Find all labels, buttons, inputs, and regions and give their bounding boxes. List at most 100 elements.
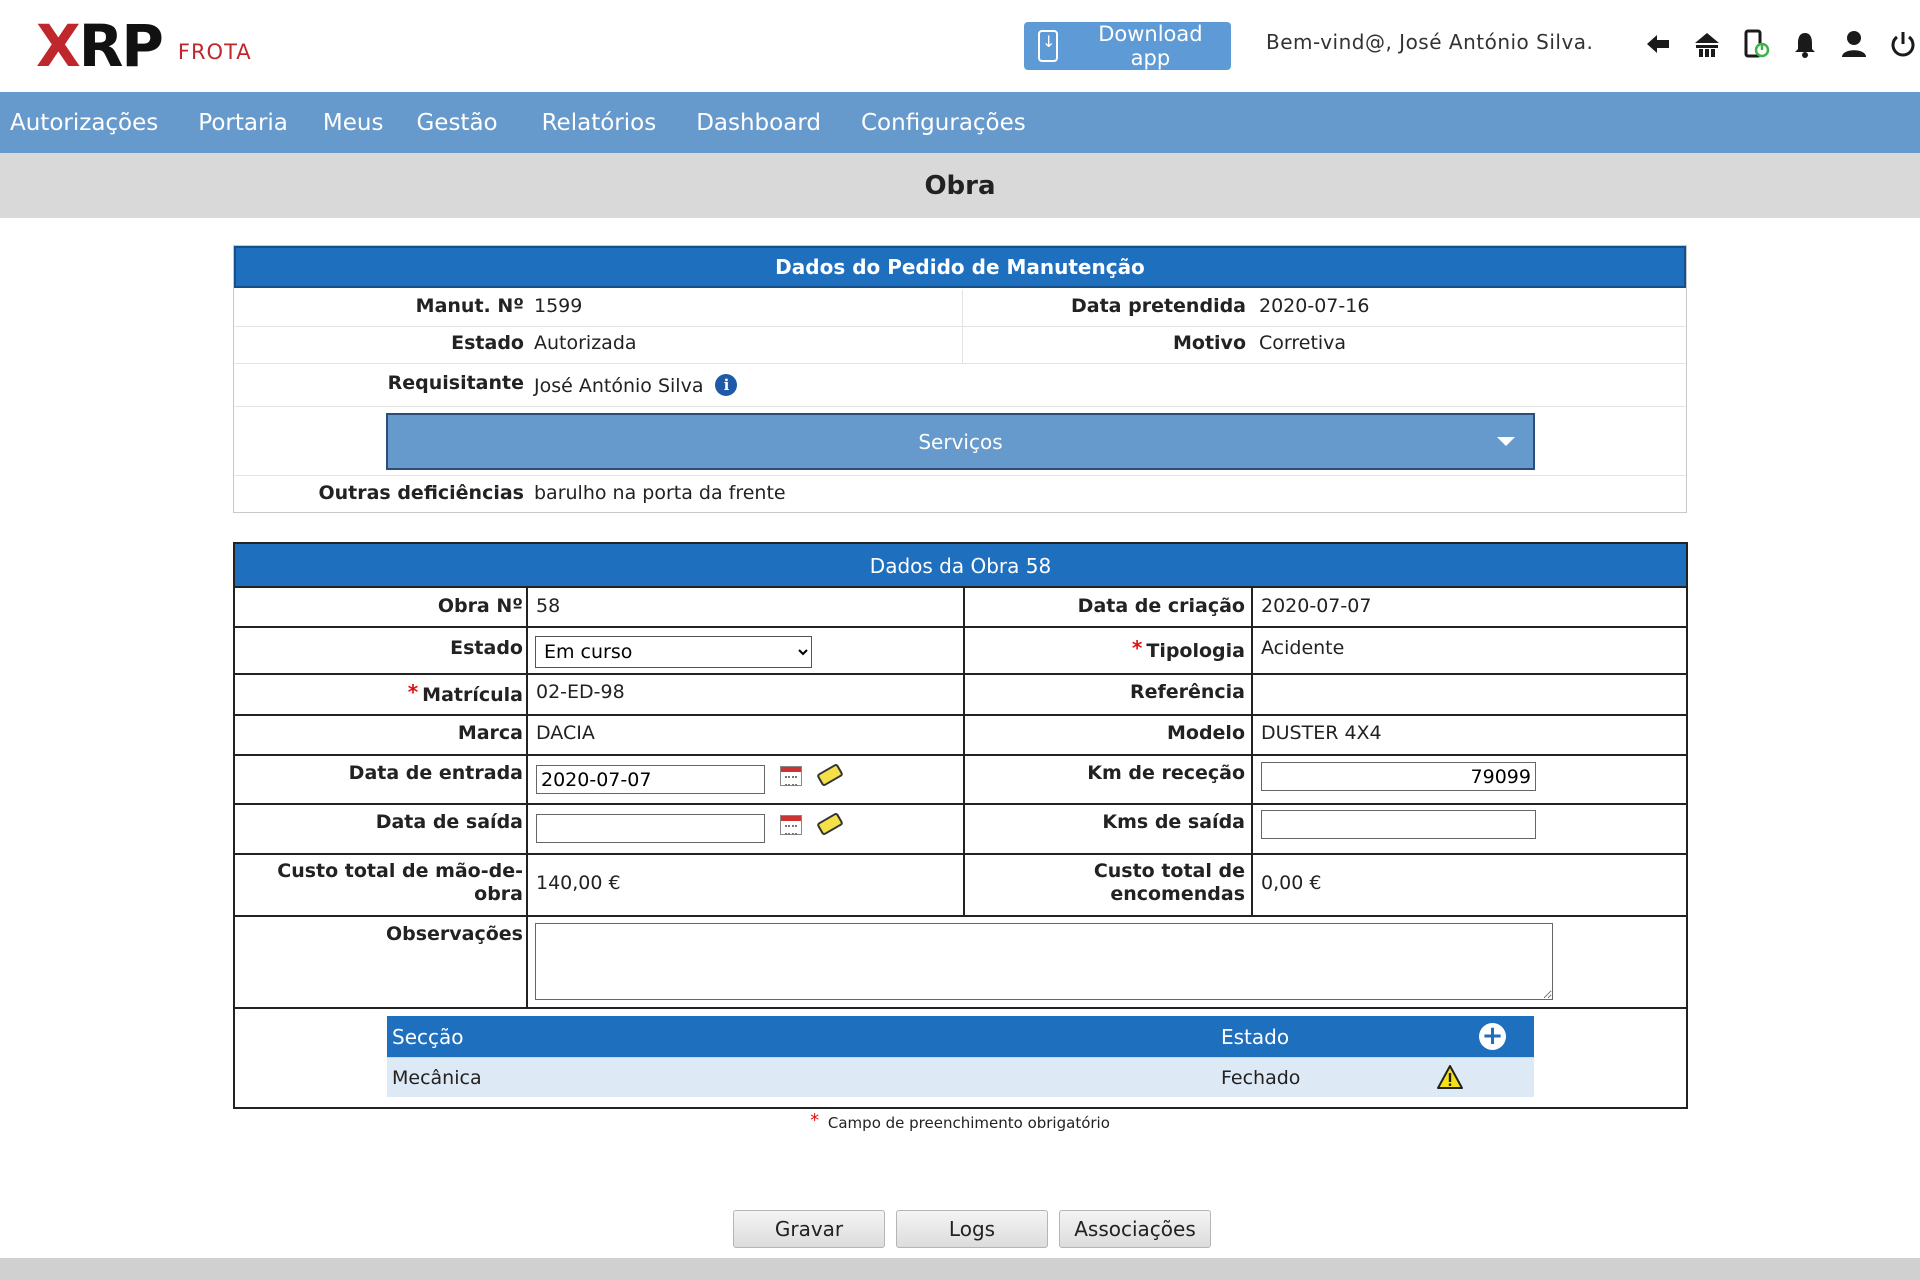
matricula-value: 02-ED-98 (536, 681, 625, 703)
associacoes-button[interactable]: Associações (1059, 1210, 1211, 1248)
gravar-button[interactable]: Gravar (733, 1210, 885, 1248)
motivo-label: Motivo (1173, 332, 1246, 354)
servicos-toggle[interactable]: Serviços (386, 413, 1535, 470)
obra-panel-heading: Dados da Obra 58 (235, 544, 1686, 587)
required-note-text: Campo de preenchimento obrigatório (827, 1114, 1110, 1132)
requisitante-label: Requisitante (387, 372, 524, 394)
custo-mao-obra-value: 140,00 € (536, 872, 621, 894)
marca-value: DACIA (536, 722, 595, 744)
main-navigation: Autorizações Portaria Meus Gestão Relató… (0, 92, 1920, 153)
seccao-cell: Mecânica (392, 1067, 482, 1089)
estado-cell: Fechado (1221, 1067, 1301, 1089)
obra-no-label: Obra Nº (437, 595, 523, 617)
app-logo[interactable]: XRP FROTA (36, 17, 252, 75)
calendar-icon[interactable] (780, 815, 802, 835)
obra-estado-label: Estado (450, 637, 523, 659)
kms-saida-label: Kms de saída (1102, 811, 1245, 833)
pedido-manutencao-panel: Dados do Pedido de Manutenção Manut. Nº … (233, 245, 1687, 513)
table-row[interactable]: Mecânica Fechado (387, 1057, 1534, 1097)
col-seccao: Secção (392, 1025, 464, 1049)
download-app-button[interactable]: Download app (1024, 22, 1231, 70)
bell-icon[interactable] (1787, 24, 1822, 64)
km-rececao-input[interactable] (1261, 762, 1536, 791)
modelo-label: Modelo (1166, 722, 1245, 744)
required-field-note: * Campo de preenchimento obrigatório (0, 1110, 1920, 1132)
observacoes-textarea[interactable] (535, 923, 1553, 1000)
tipologia-value: Acidente (1261, 637, 1345, 659)
warning-icon[interactable] (1436, 1064, 1464, 1090)
data-criacao-value: 2020-07-07 (1261, 595, 1372, 617)
nav-configuracoes[interactable]: Configurações (861, 110, 1026, 136)
data-saida-input[interactable] (536, 814, 765, 843)
info-icon[interactable]: i (715, 374, 738, 396)
data-saida-label: Data de saída (375, 811, 523, 833)
custo-mao-obra-label-line1: Custo total de mão-de- (277, 860, 523, 882)
action-buttons: Gravar Logs Associações (733, 1210, 1211, 1248)
page-title-band: Obra (0, 153, 1920, 218)
logs-button[interactable]: Logs (896, 1210, 1048, 1248)
matricula-label: Matrícula (422, 684, 523, 706)
outras-deficiencias-label: Outras deficiências (318, 482, 524, 504)
home-icon[interactable] (1689, 24, 1724, 64)
logo-subtitle: FROTA (177, 40, 252, 64)
kms-saida-input[interactable] (1261, 810, 1536, 839)
nav-gestao[interactable]: Gestão (416, 110, 497, 136)
observacoes-label: Observações (385, 923, 523, 945)
marca-label: Marca (457, 722, 523, 744)
eraser-icon[interactable] (816, 811, 844, 837)
data-pretendida-value: 2020-07-16 (1259, 295, 1370, 317)
servicos-label: Serviços (918, 429, 1003, 454)
data-entrada-label: Data de entrada (348, 762, 523, 784)
welcome-message: Bem-vind@, José António Silva. (1266, 30, 1594, 54)
custo-encomendas-label-line1: Custo total de (1093, 860, 1245, 882)
dados-obra-panel: Dados da Obra 58 Obra Nº 58 Data de cria… (233, 542, 1688, 1109)
data-criacao-label: Data de criação (1077, 595, 1245, 617)
nav-meus[interactable]: Meus (323, 110, 384, 136)
caret-down-icon (1497, 437, 1515, 446)
estado-select[interactable]: Em curso (535, 636, 812, 668)
referencia-label: Referência (1129, 681, 1245, 703)
seccoes-table-header: Secção Estado + (387, 1016, 1534, 1057)
manut-label: Manut. Nº (415, 295, 524, 317)
nav-portaria[interactable]: Portaria (198, 110, 288, 136)
custo-encomendas-value: 0,00 € (1261, 872, 1322, 894)
add-seccao-icon[interactable]: + (1479, 1023, 1506, 1050)
obra-no-value: 58 (536, 595, 561, 617)
data-entrada-input[interactable] (536, 765, 765, 794)
nav-dashboard[interactable]: Dashboard (696, 110, 821, 136)
required-asterisk: * (407, 680, 419, 704)
download-app-label: Download app (1098, 22, 1203, 70)
footer-bar (0, 1258, 1920, 1280)
power-icon[interactable] (1885, 24, 1920, 64)
mobile-download-icon (1038, 30, 1058, 62)
seccoes-table: Secção Estado + Mecânica Fechado (387, 1016, 1534, 1097)
pedido-panel-heading: Dados do Pedido de Manutenção (234, 246, 1686, 288)
nav-relatorios[interactable]: Relatórios (542, 110, 657, 136)
motivo-value: Corretiva (1259, 332, 1347, 354)
manut-value: 1599 (534, 295, 583, 317)
required-asterisk: * (810, 1110, 820, 1131)
calendar-icon[interactable] (780, 766, 802, 786)
page-title: Obra (924, 170, 996, 201)
back-arrow-icon[interactable] (1640, 24, 1675, 64)
custo-mao-obra-label-line2: obra (474, 883, 523, 905)
outras-deficiencias-value: barulho na porta da frente (534, 482, 786, 504)
row-requisitante: Requisitante José António Silva i (234, 372, 1686, 408)
tipologia-label: Tipologia (1146, 640, 1245, 662)
eraser-icon[interactable] (816, 762, 844, 788)
requisitante-value: José António Silva (534, 375, 704, 397)
user-icon[interactable] (1836, 24, 1871, 64)
custo-encomendas-label-line2: encomendas (1110, 883, 1245, 905)
estado-value: Autorizada (534, 332, 637, 354)
col-estado: Estado (1221, 1025, 1290, 1049)
header-icon-bar (1640, 24, 1920, 64)
row-outras-deficiencias: Outras deficiências barulho na porta da … (234, 482, 1686, 518)
km-rececao-label: Km de receção (1087, 762, 1245, 784)
nav-autorizacoes[interactable]: Autorizações (10, 110, 158, 136)
data-pretendida-label: Data pretendida (1071, 295, 1246, 317)
mobile-power-icon[interactable] (1738, 24, 1773, 64)
estado-label: Estado (451, 332, 524, 354)
top-header: XRP FROTA Download app Bem-vind@, José A… (0, 0, 1920, 92)
modelo-value: DUSTER 4X4 (1261, 722, 1382, 744)
required-asterisk: * (1131, 636, 1143, 660)
